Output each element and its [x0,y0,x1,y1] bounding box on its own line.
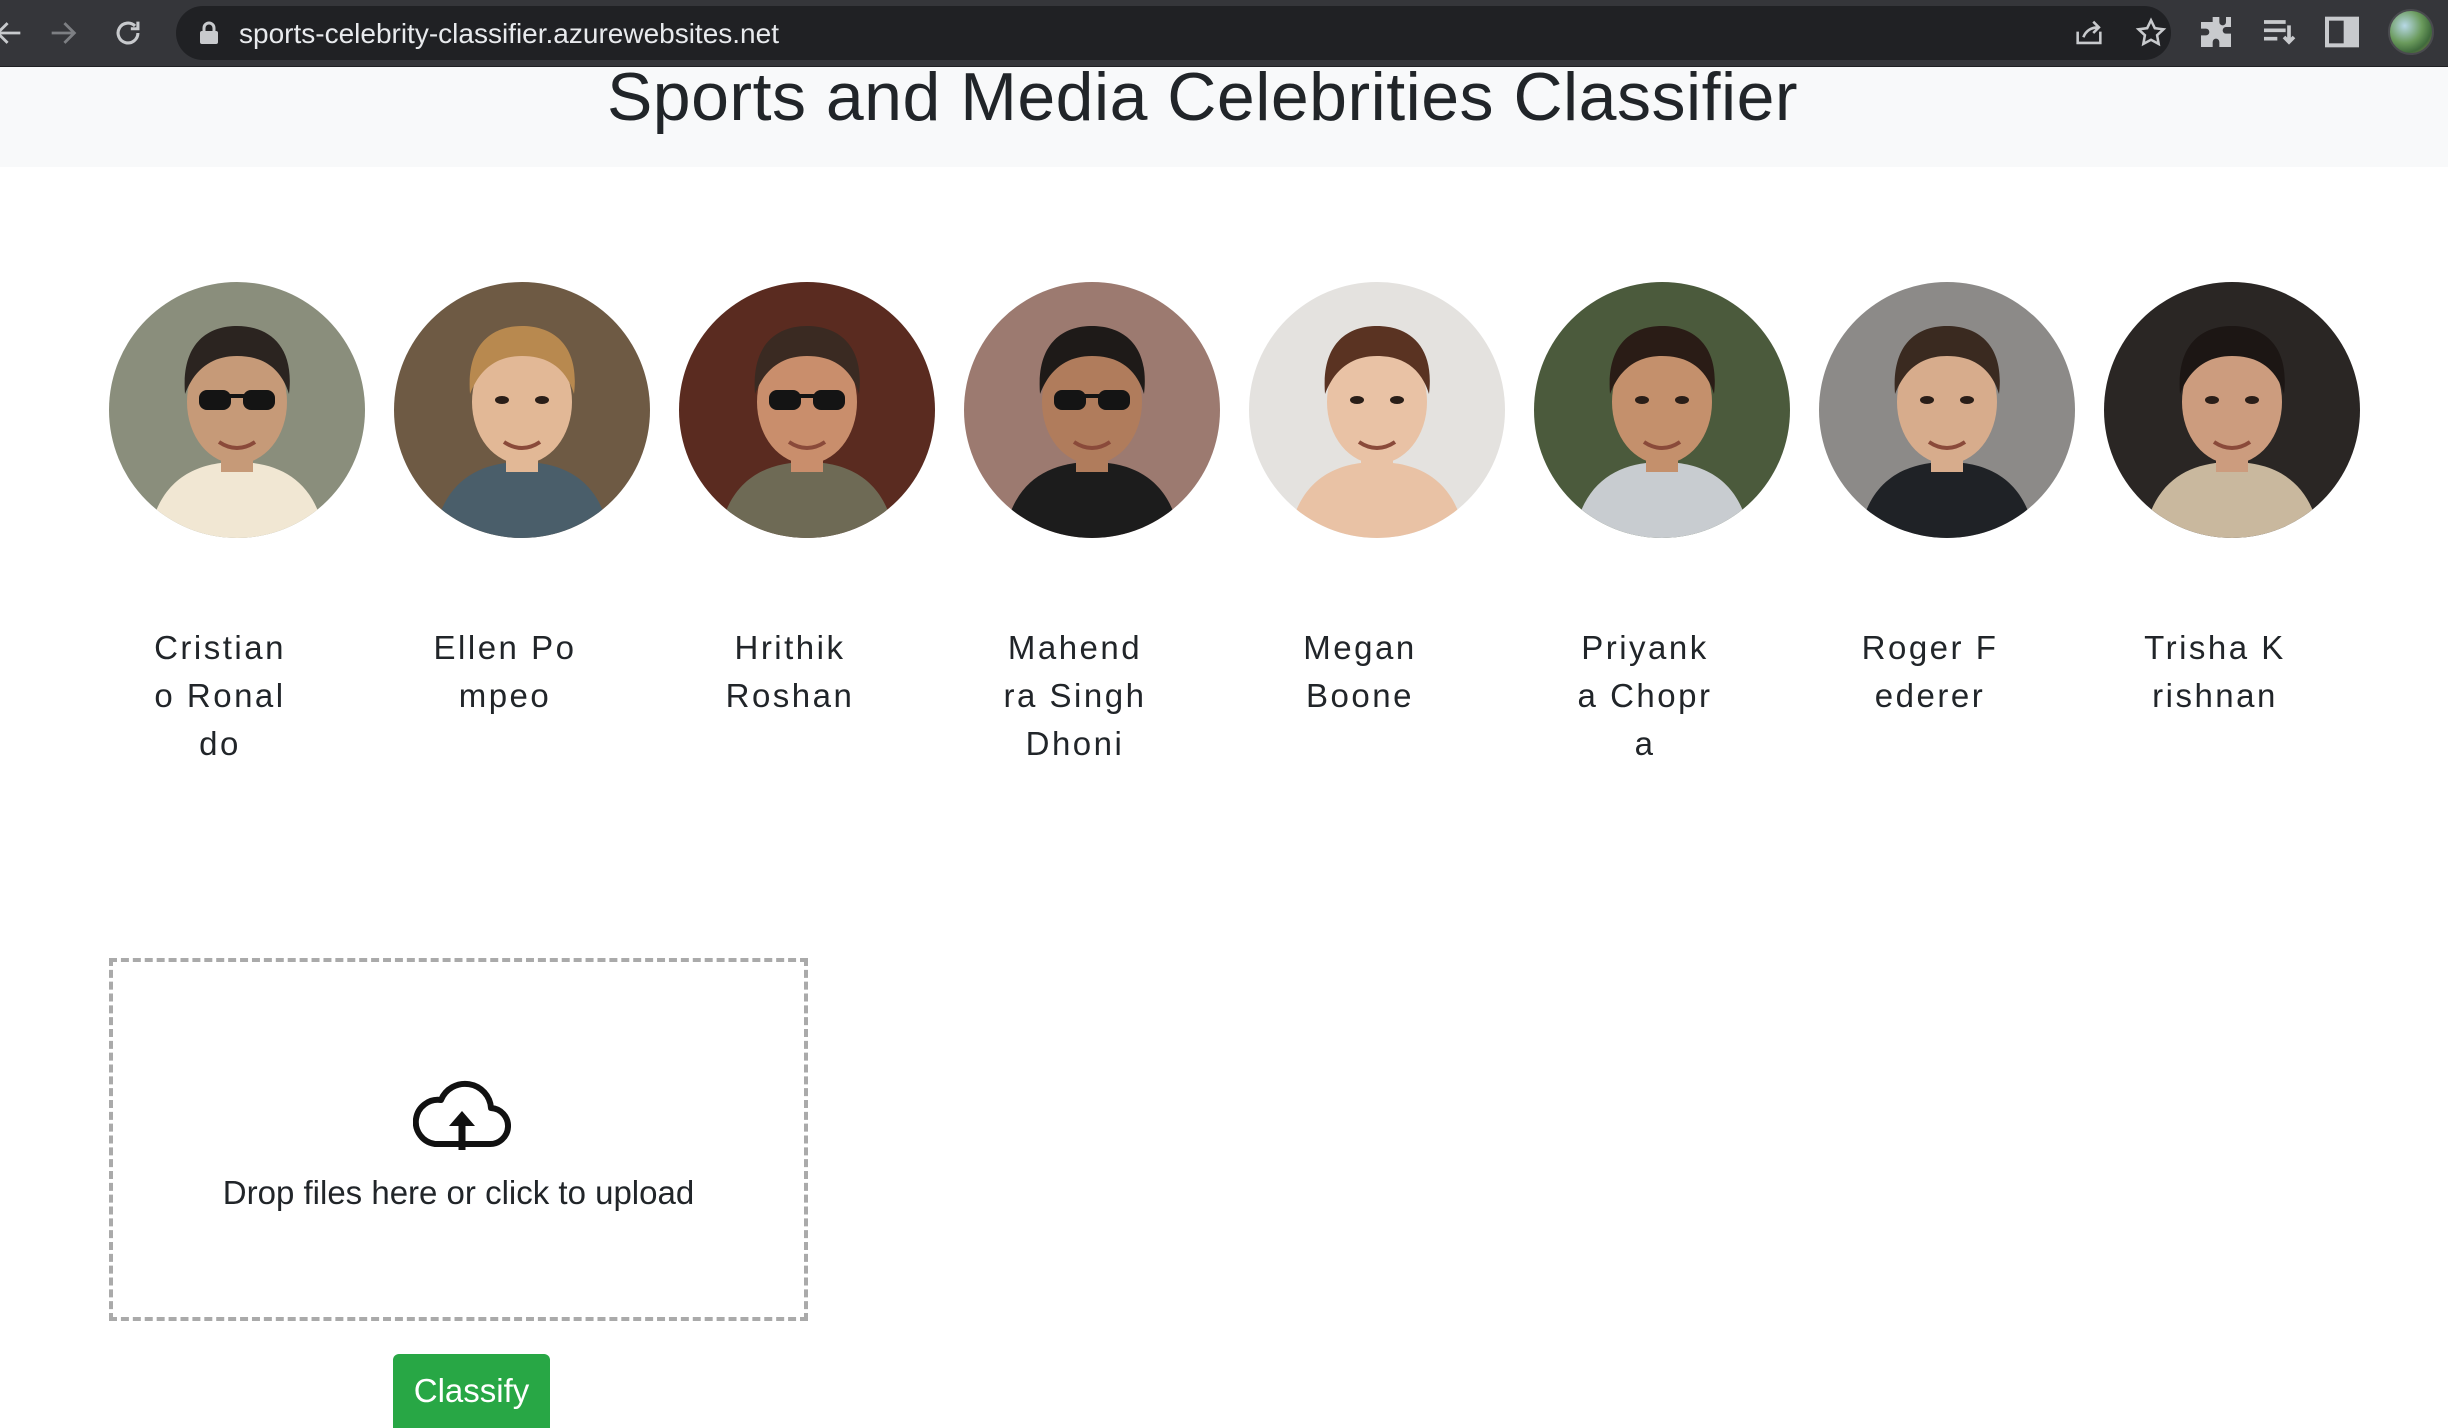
celebrity-photo [1819,282,2075,538]
celebrity-photo [1249,282,1505,538]
celebrity-name: Megan Boone [1303,629,1417,714]
celebrity-photo [964,282,1220,538]
extensions-icon[interactable] [2196,12,2236,52]
back-icon[interactable] [0,10,32,56]
celebrity-card: Mahendra Singh Dhoni [964,282,1220,762]
celebrity-name: Trisha Krishnan [2144,629,2286,714]
celebrity-card: Trisha Krishnan [2104,282,2360,714]
bookmark-star-icon[interactable] [2134,16,2168,50]
celebrity-photo [679,282,935,538]
celebrity-name: Roger Federer [1861,629,1999,714]
profile-avatar[interactable] [2388,9,2434,55]
celebrity-name: Ellen Pompeo [433,629,577,714]
celebrity-name: Hrithik Roshan [725,629,855,714]
celebrity-name: Cristiano Ronaldo [154,629,286,762]
celebrity-photo [2104,282,2360,538]
celebrity-card: Megan Boone [1249,282,1505,714]
reload-icon[interactable] [105,10,151,56]
url-text[interactable]: sports-celebrity-classifier.azurewebsite… [239,18,779,50]
celebrity-photo [109,282,365,538]
celebrity-card: Ellen Pompeo [394,282,650,714]
side-panel-icon[interactable] [2322,12,2362,52]
classify-button[interactable]: Classify [393,1354,550,1428]
celebrity-card: Cristiano Ronaldo [109,282,365,762]
share-icon[interactable] [2072,16,2106,50]
celebrity-card: Roger Federer [1819,282,2075,714]
celebrity-name: Priyanka Chopra [1577,629,1713,762]
address-bar[interactable]: sports-celebrity-classifier.azurewebsite… [176,6,2171,60]
dropzone-text: Drop files here or click to upload [222,1174,695,1211]
celebrity-card: Hrithik Roshan [679,282,935,714]
reading-list-icon[interactable] [2259,12,2299,52]
upload-dropzone[interactable]: Drop files here or click to upload [109,958,808,1321]
forward-icon[interactable] [40,10,86,56]
celebrity-photo [394,282,650,538]
celebrity-name: Mahendra Singh Dhoni [1003,629,1147,762]
cloud-upload-icon [413,1080,511,1150]
celebrity-card: Priyanka Chopra [1534,282,1790,762]
lock-icon[interactable] [198,21,220,45]
browser-toolbar: sports-celebrity-classifier.azurewebsite… [0,0,2448,67]
page-title: Sports and Media Celebrities Classifier [606,59,1799,135]
celebrity-photo [1534,282,1790,538]
